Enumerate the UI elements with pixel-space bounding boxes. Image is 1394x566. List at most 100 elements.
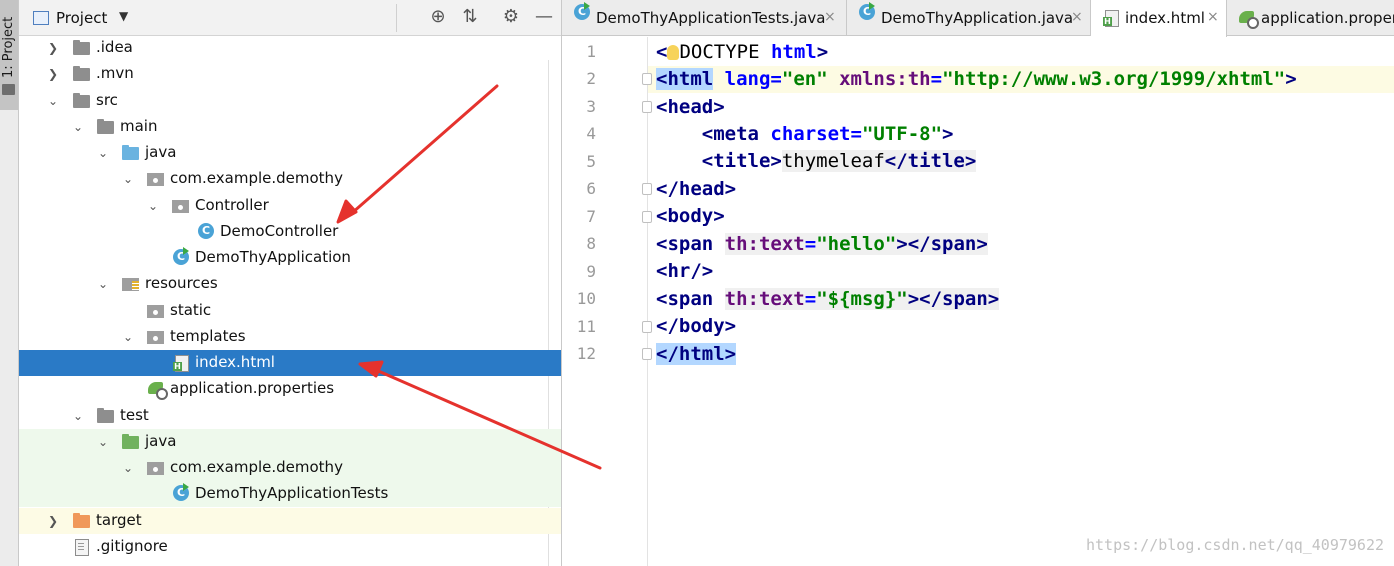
code-line-11[interactable]: </body> [656,313,736,340]
line-number: 5 [586,152,596,171]
gear-icon[interactable]: ⚙ [500,6,522,28]
package-icon [172,198,189,213]
code-line-3[interactable]: <head> [656,94,725,121]
code-line-2[interactable]: <html lang="en" xmlns:th="http://www.w3.… [656,66,1297,93]
fold-marker[interactable] [642,321,652,333]
fold-marker[interactable] [642,183,652,195]
locate-icon[interactable]: ⊕ [427,6,449,28]
project-view-icon [33,11,49,25]
tree-item-resources[interactable]: ⌄ resources [19,271,561,297]
code-line-4[interactable]: <meta charset="UTF-8"> [656,121,954,148]
tab-application-properties[interactable]: application.proper [1227,0,1394,36]
tree-item-gitignore[interactable]: .gitignore [19,534,561,560]
code-token: > [1285,68,1297,90]
code-token: DOCTYPE [679,41,771,63]
tree-item-main[interactable]: ⌄ main [19,114,561,140]
tree-item-target[interactable]: ❯ target [19,508,561,534]
code-line-6[interactable]: </head> [656,176,736,203]
chevron-right-icon[interactable]: ❯ [46,61,60,87]
project-view-selector[interactable]: Project [56,9,107,27]
line-number: 2 [586,69,596,88]
code-token: "http://www.w3.org/1999/xhtml" [942,68,1286,90]
lightbulb-icon[interactable] [667,45,680,60]
code-line-8[interactable]: <span th:text="hello"></span> [656,231,988,258]
line-number: 11 [576,317,596,336]
code-line-12[interactable]: </html> [656,341,737,368]
tree-item-demo-thy-application[interactable]: DemoThyApplication [19,245,561,271]
tree-item-demo-controller[interactable]: DemoController [19,219,561,245]
code-token: charset [770,123,851,145]
chevron-down-icon[interactable]: ⌄ [71,403,85,429]
tab-label: DemoThyApplicationTests.java [596,9,826,27]
collapse-icon[interactable]: ⇅ [459,6,481,28]
tree-item-src[interactable]: ⌄ src [19,88,561,114]
chevron-down-icon[interactable]: ⌄ [121,455,135,481]
tab-demo-thy-application[interactable]: DemoThyApplication.java × [847,0,1091,36]
spring-boot-class-icon [859,2,875,20]
tree-item-controller[interactable]: ⌄ Controller [19,193,561,219]
chevron-down-icon[interactable]: ⌄ [46,88,60,114]
tree-item-label: test [120,406,149,424]
tree-item-label: java [145,143,177,161]
tree-item-label: templates [170,327,246,345]
fold-marker[interactable] [642,211,652,223]
code-token: lang [724,68,771,90]
chevron-down-icon[interactable]: ⌄ [96,271,110,297]
tree-item-test[interactable]: ⌄ test [19,403,561,429]
tree-item-templates[interactable]: ⌄ templates [19,324,561,350]
minimize-icon[interactable]: — [533,6,555,28]
class-icon [198,223,215,239]
fold-marker[interactable] [642,73,652,85]
code-line-7[interactable]: <body> [656,203,725,230]
chevron-down-icon[interactable]: ⌄ [71,114,85,140]
tree-item-demo-thy-application-tests[interactable]: DemoThyApplicationTests [19,481,561,507]
code-line-9[interactable]: <hr/> [656,258,713,285]
tree-item-index-html[interactable]: index.html [19,350,561,376]
code-token: = [804,233,817,255]
tree-item-mvn[interactable]: ❯ .mvn [19,61,561,87]
tab-index-html[interactable]: index.html × [1091,0,1227,37]
chevron-down-icon[interactable]: ⌄ [96,429,110,455]
fold-marker[interactable] [642,348,652,360]
tree-item-idea[interactable]: ❯ .idea [19,35,561,61]
tree-item-test-java[interactable]: ⌄ java [19,429,561,455]
code-token: "UTF-8" [861,123,943,145]
code-token: = [930,68,943,90]
chevron-down-icon[interactable]: ⌄ [146,193,160,219]
chevron-down-icon[interactable]: ▼ [119,9,128,23]
code-line-10[interactable]: <span th:text="${msg}"></span> [656,286,1000,313]
close-icon[interactable]: × [1071,9,1083,25]
code-line-5[interactable]: <title>thymeleaf</title> [656,148,977,175]
tree-item-application-properties[interactable]: application.properties [19,376,561,402]
tab-demo-thy-application-tests[interactable]: DemoThyApplicationTests.java × [562,0,847,36]
project-tool-window-button[interactable]: 1: Project [0,0,18,110]
tree-item-main-java[interactable]: ⌄ java [19,140,561,166]
tree-item-test-package[interactable]: ⌄ com.example.demothy [19,455,561,481]
chevron-down-icon[interactable]: ⌄ [121,166,135,192]
close-icon[interactable]: × [824,9,836,25]
chevron-right-icon[interactable]: ❯ [46,35,60,61]
code-token: <hr/> [656,260,714,282]
chevron-down-icon[interactable]: ⌄ [96,140,110,166]
chevron-right-icon[interactable]: ❯ [46,508,60,534]
code-token: ></span> [896,233,988,255]
code-line-1[interactable]: < DOCTYPE html> [656,39,828,66]
folder-icon [73,40,90,55]
tree-item-label: static [170,301,212,319]
tree-item-static[interactable]: static [19,298,561,324]
tree-item-label: application.properties [170,379,335,397]
code-token: </html> [656,343,737,365]
chevron-down-icon[interactable]: ⌄ [121,324,135,350]
project-panel: Project ▼ ⊕ ⇅ ⚙ — ❯ .idea ❯ .mvn ⌄ src ⌄… [19,0,562,566]
close-icon[interactable]: × [1207,9,1219,25]
code-token: > [816,41,829,63]
tree-item-label: .idea [96,38,133,56]
tree-item-package[interactable]: ⌄ com.example.demothy [19,166,561,192]
line-number: 7 [586,207,596,226]
code-token: <head> [656,96,725,118]
code-token: <span [656,233,714,255]
spring-properties-icon [148,381,168,400]
fold-marker[interactable] [642,101,652,113]
